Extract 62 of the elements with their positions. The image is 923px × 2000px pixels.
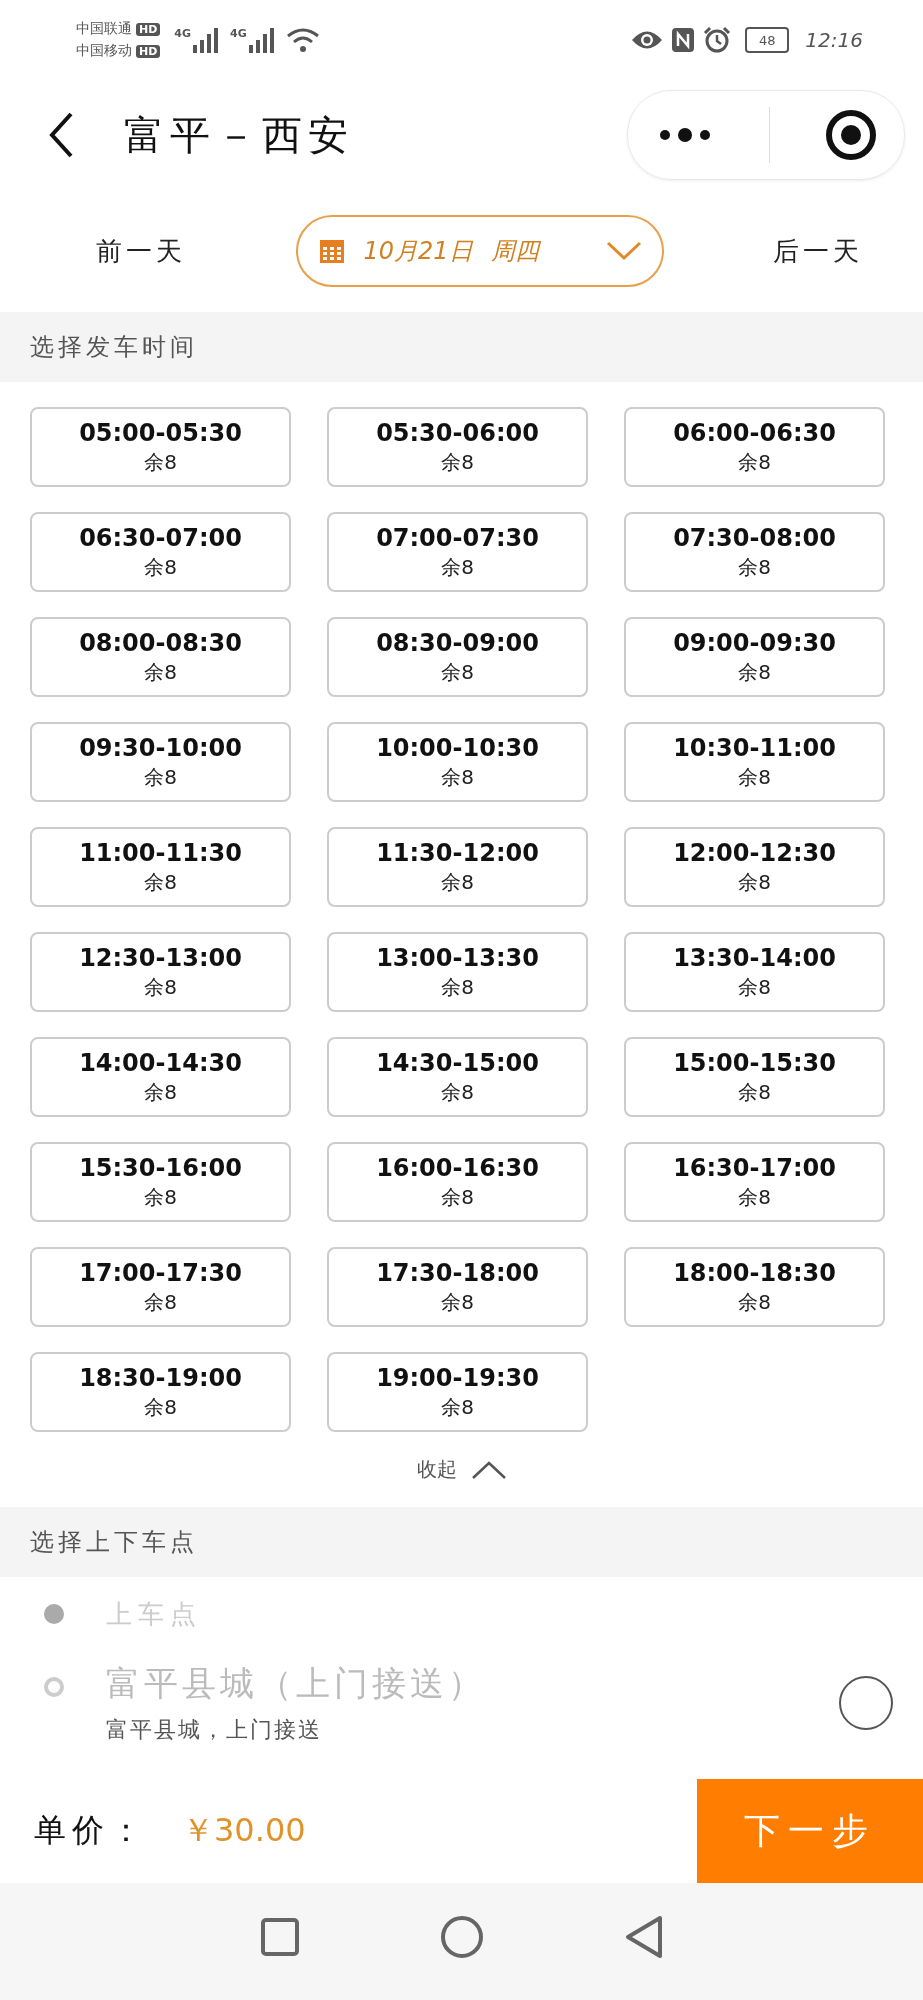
- time-slot[interactable]: 08:30-09:00 余8: [327, 617, 588, 697]
- time-slot[interactable]: 12:00-12:30 余8: [624, 827, 885, 907]
- chevron-down-icon: [605, 241, 642, 261]
- time-slot[interactable]: 10:30-11:00 余8: [624, 722, 885, 802]
- time-slot[interactable]: 16:00-16:30 余8: [327, 1142, 588, 1222]
- time-slot[interactable]: 07:30-08:00 余8: [624, 512, 885, 592]
- page-title: 富平－西安: [124, 110, 355, 160]
- time-slot[interactable]: 15:30-16:00 余8: [30, 1142, 291, 1222]
- time-slot[interactable]: 13:00-13:30 余8: [327, 932, 588, 1012]
- time-slot[interactable]: 17:00-17:30 余8: [30, 1247, 291, 1327]
- time-slot[interactable]: 11:30-12:00 余8: [327, 827, 588, 907]
- back-nav-icon[interactable]: [623, 1914, 664, 1959]
- carrier-name: 中国移动: [76, 42, 132, 60]
- collapse-button[interactable]: 收起: [416, 1456, 507, 1483]
- time-slot[interactable]: 14:30-15:00 余8: [327, 1037, 588, 1117]
- time-slot[interactable]: 11:00-11:30 余8: [30, 827, 291, 907]
- next-day-link[interactable]: 后一天: [773, 233, 863, 269]
- nfc-icon: [671, 27, 696, 53]
- time-slot[interactable]: 17:30-18:00 余8: [327, 1247, 588, 1327]
- clock-time: 12:16: [805, 28, 863, 52]
- ring-icon: [44, 1677, 64, 1697]
- stop-detail: 富平县城，上门接送: [106, 1716, 323, 1744]
- calendar-icon: [317, 237, 346, 265]
- stop-name: 富平县城（上门接送）: [106, 1662, 487, 1705]
- time-slot[interactable]: 05:00-05:30 余8: [30, 407, 291, 487]
- section-title: 选择发车时间: [30, 332, 198, 363]
- time-slot[interactable]: 08:00-08:30 余8: [30, 617, 291, 697]
- close-icon[interactable]: [824, 109, 877, 161]
- time-slot[interactable]: 10:00-10:30 余8: [327, 722, 588, 802]
- section-title: 选择上下车点: [30, 1527, 198, 1558]
- time-slot[interactable]: 06:00-06:30 余8: [624, 407, 885, 487]
- network-label: 4G: [174, 27, 192, 40]
- time-slot[interactable]: 14:00-14:30 余8: [30, 1037, 291, 1117]
- wifi-icon: [285, 27, 320, 53]
- back-icon[interactable]: [48, 111, 74, 159]
- time-slot[interactable]: 09:30-10:00 余8: [30, 722, 291, 802]
- price-value: ￥30.00: [182, 1810, 306, 1851]
- time-slot[interactable]: 18:00-18:30 余8: [624, 1247, 885, 1327]
- previous-day-link[interactable]: 前一天: [96, 233, 186, 269]
- hd-badge: HD: [136, 22, 161, 36]
- price-label: 单价：: [34, 1810, 148, 1851]
- hd-badge: HD: [136, 44, 161, 58]
- time-slot[interactable]: 15:00-15:30 余8: [624, 1037, 885, 1117]
- time-slot[interactable]: 18:30-19:00 余8: [30, 1352, 291, 1432]
- radio-button[interactable]: [839, 1676, 893, 1730]
- carrier-name: 中国联通: [76, 20, 132, 38]
- battery-icon: 48: [745, 27, 790, 53]
- recent-apps-icon[interactable]: [259, 1916, 300, 1957]
- time-slot[interactable]: 06:30-07:00 余8: [30, 512, 291, 592]
- time-slot[interactable]: 13:30-14:00 余8: [624, 932, 885, 1012]
- eye-icon: [631, 29, 664, 51]
- network-label: 4G: [230, 27, 247, 40]
- home-icon[interactable]: [439, 1914, 484, 1959]
- time-slot[interactable]: 16:30-17:00 余8: [624, 1142, 885, 1222]
- bullet-icon: [44, 1604, 64, 1624]
- alarm-icon: [703, 26, 732, 54]
- time-slot[interactable]: 05:30-06:00 余8: [327, 407, 588, 487]
- time-slot[interactable]: 07:00-07:30 余8: [327, 512, 588, 592]
- chevron-up-icon: [470, 1459, 507, 1480]
- time-slot[interactable]: 12:30-13:00 余8: [30, 932, 291, 1012]
- time-slot[interactable]: 09:00-09:30 余8: [624, 617, 885, 697]
- time-slot[interactable]: 19:00-19:30 余8: [327, 1352, 588, 1432]
